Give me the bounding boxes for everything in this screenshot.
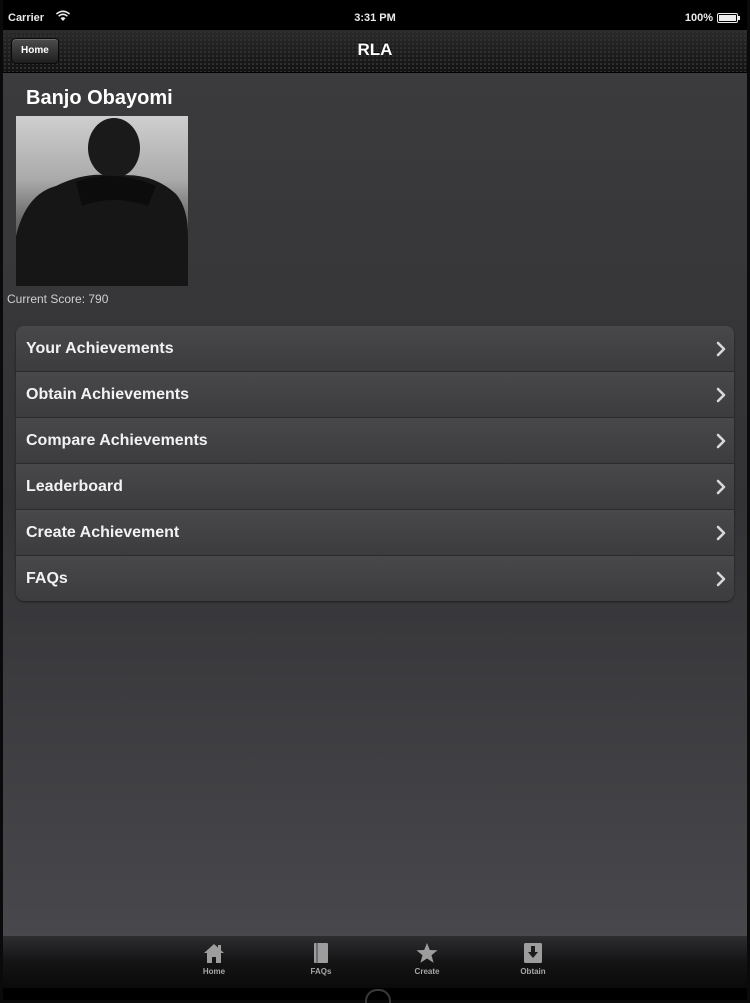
menu-item-label: Compare Achievements [26,432,208,449]
menu-item-leaderboard[interactable]: Leaderboard [16,464,734,510]
tab-label: Obtain [520,967,546,976]
star-icon [416,943,438,963]
main-menu: Your Achievements Obtain Achievements Co… [16,326,734,601]
menu-item-label: Your Achievements [26,340,174,357]
page-title: RLA [357,40,393,59]
menu-item-label: Create Achievement [26,524,180,541]
profile-name: Banjo Obayomi [26,87,173,109]
tab-create[interactable]: Create [397,940,457,986]
app-frame: Carrier 3:31 PM 100% Home RLA Banjo Obay… [3,0,747,1003]
tab-label: Home [202,967,226,976]
menu-item-label: Leaderboard [26,478,123,495]
battery-percent: 100% [684,12,713,24]
menu-item-your-achievements[interactable]: Your Achievements [16,326,734,372]
menu-item-label: Obtain Achievements [26,386,190,403]
chevron-right-icon [716,433,726,449]
clock-label: 3:31 PM [354,12,396,24]
tab-label: Create [414,967,440,976]
home-button-indicator [365,989,391,1003]
chevron-right-icon [716,341,726,357]
tab-label: FAQs [310,967,332,976]
status-bar: Carrier 3:31 PM 100% [3,6,747,30]
menu-item-faqs[interactable]: FAQs [16,556,734,601]
tab-obtain[interactable]: Obtain [503,940,563,986]
main-content: Banjo Obayomi Current Score: 790 Your Ac… [3,73,747,935]
tab-bar: Home FAQs Create Obtain [3,935,747,988]
chevron-right-icon [716,387,726,403]
chevron-right-icon [716,525,726,541]
tab-home[interactable]: Home [184,940,244,986]
navigation-bar: Home RLA [3,30,747,73]
chevron-right-icon [716,479,726,495]
tab-faqs[interactable]: FAQs [291,940,351,986]
menu-item-label: FAQs [26,570,68,587]
menu-item-create-achievement[interactable]: Create Achievement [16,510,734,556]
house-icon [204,944,224,963]
current-score: Current Score: 790 [7,292,109,306]
download-icon [524,943,542,963]
menu-item-compare-achievements[interactable]: Compare Achievements [16,418,734,464]
profile-photo [16,116,188,286]
menu-item-obtain-achievements[interactable]: Obtain Achievements [16,372,734,418]
chevron-right-icon [716,571,726,587]
battery-icon [717,13,740,23]
book-icon [314,943,328,963]
